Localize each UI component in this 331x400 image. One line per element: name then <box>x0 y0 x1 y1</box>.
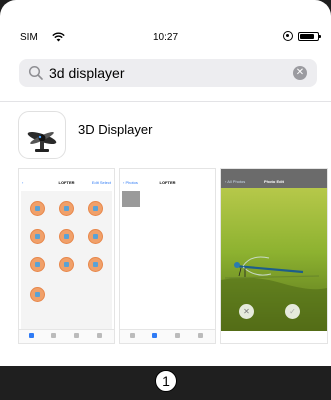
dragonfly-image <box>221 256 327 331</box>
holographic-fan-icon <box>27 132 57 152</box>
dragonfly-photo: ✕ ✓ <box>221 188 327 331</box>
mini-photo-icon <box>88 201 103 216</box>
mini-photo-icon <box>88 229 103 244</box>
battery-icon <box>298 32 321 41</box>
screenshot-gallery[interactable]: ‹ LOFTER Edit Select ‹ Photos LOFTER ‹ A… <box>18 168 328 344</box>
confirm-icon: ✓ <box>285 304 300 319</box>
orientation-lock-icon <box>283 31 293 41</box>
mini-nav-bar: ‹ LOFTER Edit Select <box>19 177 114 188</box>
search-input[interactable] <box>49 59 289 87</box>
mini-photo-icon <box>59 229 74 244</box>
phone-screen: SIM 10:27 ✕ 3D Displayer ‹ LOFTER <box>0 0 331 366</box>
mini-photo-icon <box>59 257 74 272</box>
screenshot-3[interactable]: ‹ All Photos Photo Edit ✕ ✓ <box>220 168 328 344</box>
app-name[interactable]: 3D Displayer <box>78 122 152 137</box>
mini-thumbnail <box>122 191 140 207</box>
mini-photo-icon <box>30 201 45 216</box>
mini-nav-bar: ‹ All Photos Photo Edit <box>221 169 327 188</box>
mini-photo-icon <box>59 201 74 216</box>
mini-grid <box>21 191 112 329</box>
clear-search-icon[interactable]: ✕ <box>293 66 307 80</box>
mini-status-bar <box>120 169 215 177</box>
search-bar[interactable]: ✕ <box>19 59 317 87</box>
screenshot-1[interactable]: ‹ LOFTER Edit Select <box>18 168 115 344</box>
screenshot-2[interactable]: ‹ Photos LOFTER <box>119 168 216 344</box>
mini-title: Photo Edit <box>264 179 284 184</box>
mini-status-bar <box>19 169 114 177</box>
mini-photo-icon <box>30 229 45 244</box>
mini-right-actions: Edit Select <box>91 180 111 185</box>
battery-fill <box>300 34 315 39</box>
cancel-icon: ✕ <box>239 304 254 319</box>
mini-photo-icon <box>30 257 45 272</box>
mini-title: LOFTER <box>159 180 176 185</box>
search-icon <box>28 65 43 80</box>
mini-nav-bar: ‹ Photos LOFTER <box>120 177 215 188</box>
divider <box>0 101 331 102</box>
mini-tab-bar <box>19 329 114 343</box>
mini-photo-icon <box>30 287 45 302</box>
clock: 10:27 <box>152 32 179 43</box>
status-bar: SIM 10:27 <box>0 0 331 43</box>
mini-tab-bar <box>120 329 215 343</box>
app-icon[interactable] <box>18 111 66 159</box>
mini-photo-icon <box>88 257 103 272</box>
page-indicator: 1 <box>155 370 177 392</box>
